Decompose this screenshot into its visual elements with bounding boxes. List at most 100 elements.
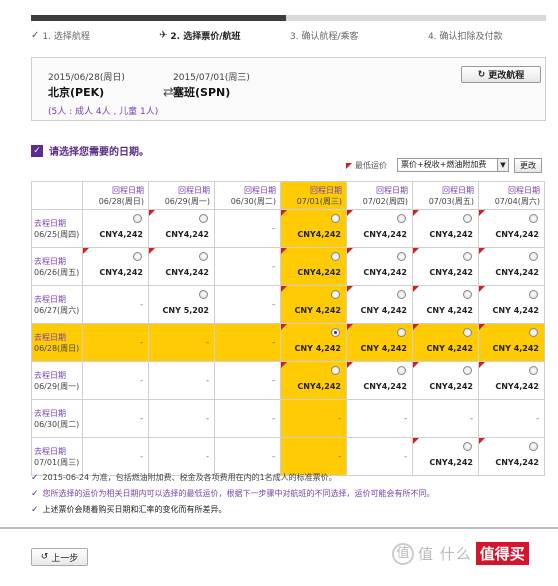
lowest-fare-flag-icon (347, 324, 353, 330)
progress-done (31, 15, 286, 21)
fare-cell: - (214, 399, 281, 438)
return-date: 06/28(周日) (98, 196, 144, 206)
return-label: 回程日期 (442, 185, 474, 195)
fare-price: CNY4,242 (429, 268, 473, 277)
fare-radio[interactable] (331, 252, 340, 261)
step-1: ✓ 1. 选择航程 (31, 29, 90, 42)
fare-price: CNY4,242 (495, 458, 539, 467)
fare-radio[interactable] (199, 214, 208, 223)
fare-radio[interactable] (133, 252, 142, 261)
fare-cell: - (148, 323, 215, 362)
watermark-text: 值 什么 (418, 545, 472, 563)
fare-cell[interactable]: CNY4,242 (346, 209, 413, 248)
lowest-fare-flag-icon (149, 248, 155, 254)
fare-radio[interactable] (331, 366, 340, 375)
no-fare: - (206, 376, 209, 385)
fare-price: CNY 4,242 (492, 306, 539, 315)
fare-price: CNY4,242 (429, 230, 473, 239)
fare-radio[interactable] (397, 290, 406, 299)
fare-radio[interactable] (331, 328, 340, 337)
no-fare: - (404, 452, 407, 461)
fare-cell[interactable]: CNY4,242 (412, 361, 479, 400)
return-date: 06/29(周一) (164, 196, 210, 206)
fare-radio[interactable] (133, 214, 142, 223)
progress-remaining (286, 15, 546, 21)
fare-radio[interactable] (397, 328, 406, 337)
fare-cell[interactable]: CNY4,242 (280, 209, 347, 248)
no-fare: - (140, 414, 143, 423)
fare-cell[interactable]: CNY 4,242 (412, 285, 479, 324)
fare-type-select[interactable]: 票价+税收+燃油附加费 ▼ (397, 158, 509, 172)
fare-cell[interactable]: CNY 4,242 (412, 323, 479, 362)
fare-cell[interactable]: CNY 4,242 (346, 285, 413, 324)
fare-radio[interactable] (397, 252, 406, 261)
fare-radio[interactable] (529, 366, 538, 375)
apply-button[interactable]: 更改 (514, 158, 542, 173)
fare-radio[interactable] (463, 328, 472, 337)
fare-radio[interactable] (397, 214, 406, 223)
depart-date: 06/27(周六) (34, 305, 80, 315)
return-label: 回程日期 (244, 185, 276, 195)
lowest-fare-flag-icon (413, 286, 419, 292)
fare-cell[interactable]: CNY4,242 (148, 247, 215, 286)
fare-cell: - (148, 361, 215, 400)
prompt-text: 请选择您需要的日期。 (49, 147, 149, 158)
fare-cell[interactable]: CNY 4,242 (478, 323, 545, 362)
fare-cell[interactable]: CNY 4,242 (280, 323, 347, 362)
no-fare: - (404, 414, 407, 423)
fare-radio[interactable] (463, 290, 472, 299)
fare-cell[interactable]: CNY4,242 (412, 209, 479, 248)
step-3: 3. 确认航程/乘客 (290, 29, 358, 42)
origin-city: 北京(PEK) (48, 86, 105, 99)
fare-radio[interactable] (331, 290, 340, 299)
fare-radio[interactable] (463, 366, 472, 375)
fare-cell[interactable]: CNY4,242 (280, 247, 347, 286)
fare-cell[interactable]: CNY4,242 (82, 209, 149, 248)
step-4: 4. 确认扣除及付款 (428, 29, 502, 42)
column-header: 回程日期 07/04(周六) (478, 181, 545, 210)
fare-cell[interactable]: CNY4,242 (478, 209, 545, 248)
fare-cell[interactable]: CNY4,242 (478, 361, 545, 400)
fare-radio[interactable] (463, 442, 472, 451)
depart-date: 2015/06/28(周日) (48, 73, 125, 83)
fare-radio[interactable] (529, 442, 538, 451)
fare-cell[interactable]: CNY4,242 (478, 247, 545, 286)
fare-cell[interactable]: CNY4,242 (82, 247, 149, 286)
back-button[interactable]: ↺ 上一步 (31, 548, 88, 566)
depart-date: 06/26(周五) (34, 267, 80, 277)
fare-cell[interactable]: CNY4,242 (280, 361, 347, 400)
fare-radio[interactable] (463, 252, 472, 261)
divider (0, 527, 558, 529)
depart-label: 去程日期 (34, 218, 66, 228)
fare-radio[interactable] (397, 366, 406, 375)
fare-radio[interactable] (529, 214, 538, 223)
select-value: 票价+税收+燃油附加费 (401, 160, 487, 169)
fare-radio[interactable] (529, 252, 538, 261)
no-fare: - (140, 338, 143, 347)
lowest-fare-flag-icon (413, 438, 419, 444)
fare-cell[interactable]: CNY4,242 (346, 361, 413, 400)
fare-cell[interactable]: CNY 5,202 (148, 285, 215, 324)
change-itinerary-button[interactable]: ↻ 更改航程 (461, 66, 541, 83)
depart-date: 06/30(周二) (34, 419, 80, 429)
fare-radio[interactable] (199, 290, 208, 299)
fare-cell[interactable]: CNY 4,242 (346, 323, 413, 362)
corner-cell (31, 181, 83, 210)
fare-cell[interactable]: CNY4,242 (346, 247, 413, 286)
fare-radio[interactable] (463, 214, 472, 223)
button-label: 更改航程 (488, 71, 525, 81)
fare-radio[interactable] (331, 214, 340, 223)
fare-cell[interactable]: CNY 4,242 (478, 285, 545, 324)
fare-radio[interactable] (529, 290, 538, 299)
fare-radio[interactable] (529, 328, 538, 337)
fare-radio[interactable] (199, 252, 208, 261)
fare-cell[interactable]: CNY4,242 (148, 209, 215, 248)
note-text: 上述票价会随着购买日期和汇率的变化而有所差异。 (42, 505, 227, 514)
destination-city: 塞班(SPN) (173, 86, 231, 99)
no-fare: - (272, 224, 275, 233)
step-2: ✈ 2. 选择票价/航班 (159, 29, 241, 42)
no-fare: - (338, 414, 341, 423)
back-arrow-icon: ↺ (40, 552, 49, 562)
fare-cell[interactable]: CNY 4,242 (280, 285, 347, 324)
fare-cell[interactable]: CNY4,242 (412, 247, 479, 286)
